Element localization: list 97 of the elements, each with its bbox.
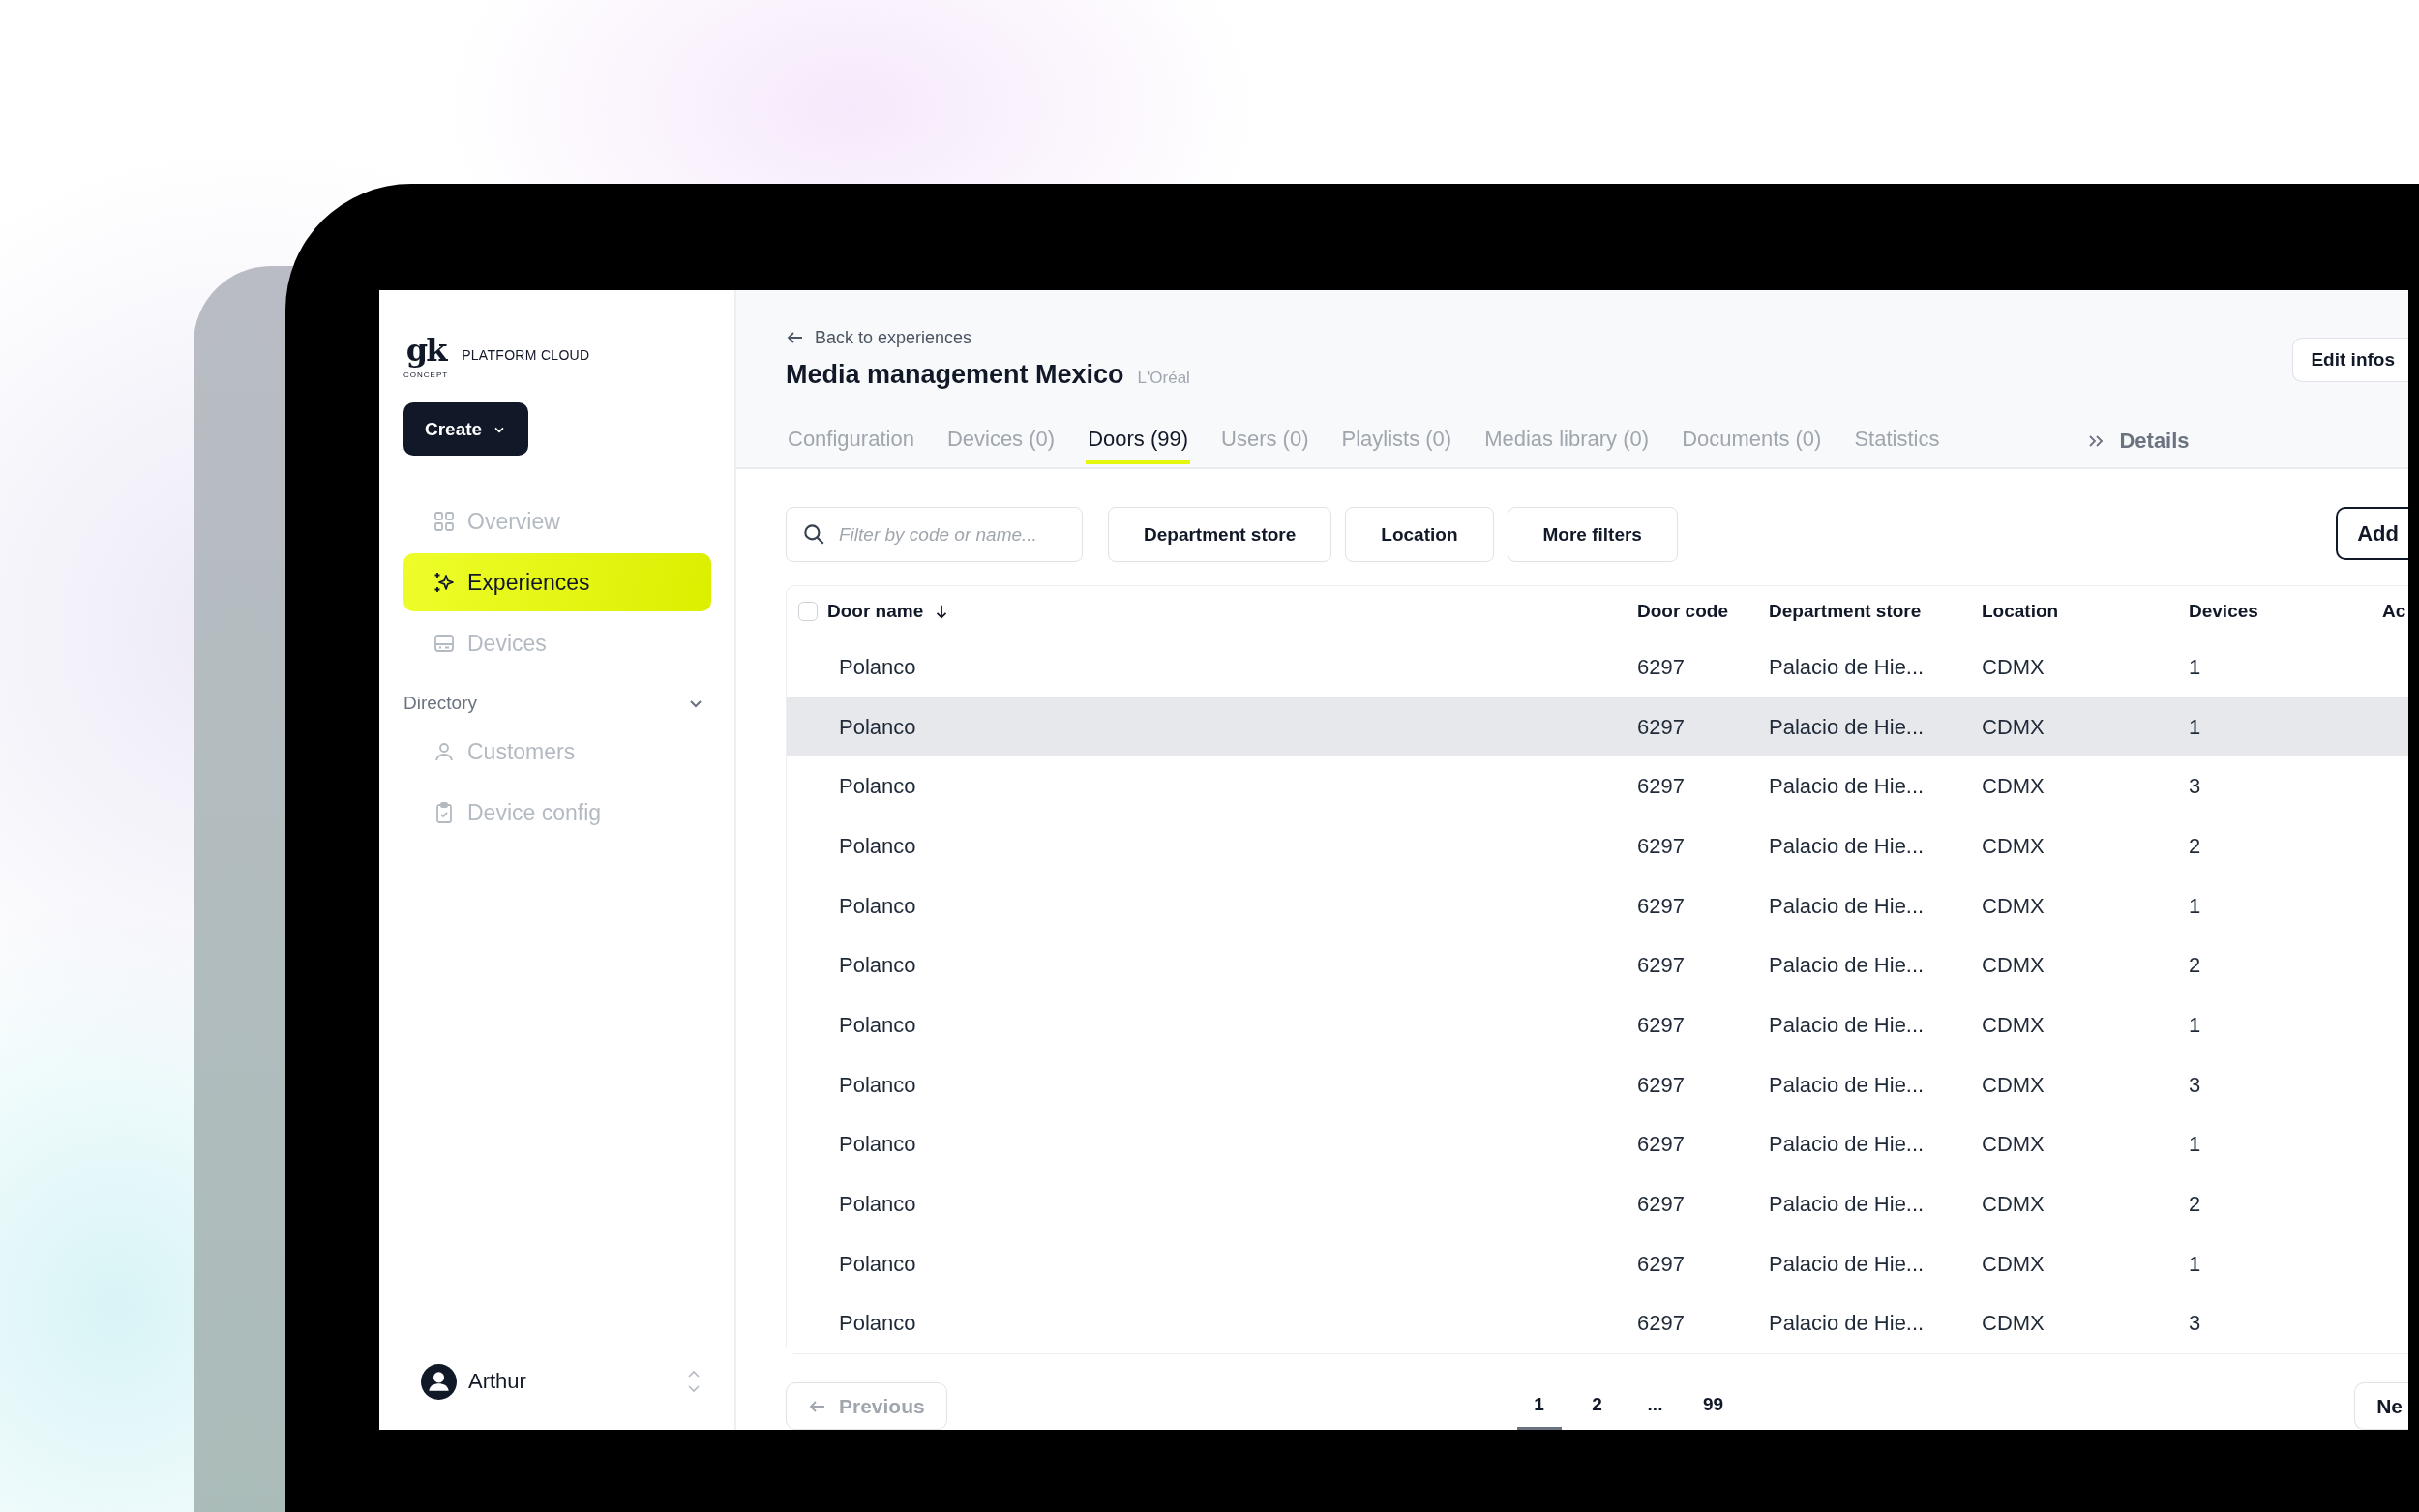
column-header[interactable]: Door code [1637, 601, 1728, 623]
table-cell: 1 [2189, 1251, 2201, 1276]
table-cell: 6297 [1637, 714, 1685, 739]
table-cell: CDMX [1982, 1251, 2045, 1276]
table-cell: 6297 [1637, 1072, 1685, 1097]
table-cell: CDMX [1982, 1192, 2045, 1217]
table-cell: 6297 [1637, 1192, 1685, 1217]
table-cell: CDMX [1982, 714, 2045, 739]
table-cell: 3 [2189, 774, 2201, 799]
table-cell: 2 [2189, 953, 2201, 978]
page-title: Media management Mexico [786, 360, 1124, 390]
table-cell: Polanco [839, 714, 916, 739]
column-header[interactable]: Door name [827, 601, 924, 623]
table-cell: 3 [2189, 1311, 2201, 1336]
table-cell: Polanco [839, 1013, 916, 1038]
table-cell: 6297 [1637, 1132, 1685, 1157]
table-cell: Palacio de Hie... [1769, 654, 1925, 679]
filter-button[interactable]: More filters [1507, 507, 1678, 563]
add-button[interactable]: Add [2336, 507, 2408, 561]
table-cell: Polanco [839, 833, 916, 858]
table-cell: Palacio de Hie... [1769, 1132, 1925, 1157]
page-link[interactable]: 2 [1574, 1382, 1620, 1430]
table-cell: Palacio de Hie... [1769, 953, 1925, 978]
table-cell: Palacio de Hie... [1769, 714, 1925, 739]
table-cell: Polanco [839, 1311, 916, 1336]
table-cell: CDMX [1982, 893, 2045, 918]
table-cell: Palacio de Hie... [1769, 1251, 1925, 1276]
sparkles-icon [433, 571, 456, 594]
table-cell: CDMX [1982, 1072, 2045, 1097]
table-cell: 1 [2189, 654, 2201, 679]
table-cell: 1 [2189, 1013, 2201, 1038]
column-header[interactable]: Ac [2382, 601, 2406, 623]
edit-infos-button[interactable]: Edit infos [2292, 338, 2408, 382]
table-cell: Polanco [839, 893, 916, 918]
table-cell: 6297 [1637, 1311, 1685, 1336]
table-cell: 6297 [1637, 833, 1685, 858]
user-name: Arthur [468, 1369, 527, 1394]
table-cell: CDMX [1982, 833, 2045, 858]
column-header[interactable]: Devices [2189, 601, 2258, 623]
table-cell: Palacio de Hie... [1769, 1013, 1925, 1038]
table-cell: 1 [2189, 1132, 2201, 1157]
avatar-icon [421, 1363, 457, 1400]
table-cell: Polanco [839, 654, 916, 679]
section-label: Directory [403, 693, 477, 714]
chevron-up-down-icon[interactable] [686, 1368, 702, 1395]
page-subtitle: L'Oréal [1137, 369, 1190, 388]
table-cell: Palacio de Hie... [1769, 1072, 1925, 1097]
page-link[interactable]: 1 [1516, 1382, 1562, 1430]
table-cell: Polanco [839, 1072, 916, 1097]
column-header[interactable]: Location [1982, 601, 2059, 623]
table-cell: Polanco [839, 953, 916, 978]
table-cell: Polanco [839, 1192, 916, 1217]
table-cell: 2 [2189, 1192, 2201, 1217]
logo-subtitle: CONCEPT [403, 370, 449, 380]
table-cell: Polanco [839, 1132, 916, 1157]
page-link[interactable]: 99 [1690, 1382, 1736, 1430]
table-cell: CDMX [1982, 654, 2045, 679]
next-button[interactable]: Ne [2354, 1382, 2408, 1430]
table-cell: 6297 [1637, 774, 1685, 799]
product-name: PLATFORM CLOUD [462, 347, 590, 363]
table-cell: Polanco [839, 774, 916, 799]
details-toggle[interactable]: Details [2086, 417, 2190, 464]
filter-button[interactable]: Location [1345, 507, 1494, 563]
table-cell: 1 [2189, 893, 2201, 918]
table-row[interactable]: Polanco 6297 Palacio de Hie... CDMX 1 [787, 697, 2408, 757]
table-cell: 2 [2189, 833, 2201, 858]
create-button[interactable]: Create [403, 402, 529, 456]
table-cell: CDMX [1982, 1132, 2045, 1157]
select-all-checkbox[interactable] [798, 602, 818, 622]
table-cell: 6297 [1637, 953, 1685, 978]
table-cell: Palacio de Hie... [1769, 774, 1925, 799]
search-field[interactable]: Filter by code or name... [786, 507, 1083, 563]
user-icon [433, 740, 456, 763]
table-cell: Polanco [839, 1251, 916, 1276]
column-header[interactable]: Department store [1769, 601, 1922, 623]
filter-button[interactable]: Department store [1108, 507, 1332, 563]
table-cell: 1 [2189, 714, 2201, 739]
table-cell: Palacio de Hie... [1769, 1311, 1925, 1336]
table-cell: CDMX [1982, 774, 2045, 799]
table-cell: Palacio de Hie... [1769, 893, 1925, 918]
table-cell: Palacio de Hie... [1769, 833, 1925, 858]
back-link[interactable]: Back to experiences [786, 325, 1190, 350]
table-cell: CDMX [1982, 1311, 2045, 1336]
tab[interactable]: Doors (99) [1086, 417, 1191, 464]
table-cell: 6297 [1637, 1013, 1685, 1038]
page-link[interactable]: ... [1632, 1382, 1678, 1430]
nav-item[interactable]: Experiences [403, 553, 711, 611]
table-cell: 6297 [1637, 893, 1685, 918]
table-cell: 6297 [1637, 1251, 1685, 1276]
table-cell: 6297 [1637, 654, 1685, 679]
grid-icon [433, 510, 456, 533]
table-cell: 3 [2189, 1072, 2201, 1097]
drive-icon [433, 632, 456, 655]
table-cell: Palacio de Hie... [1769, 1192, 1925, 1217]
table-cell: CDMX [1982, 953, 2045, 978]
logo-mark: gk [405, 330, 446, 370]
table-cell: CDMX [1982, 1013, 2045, 1038]
